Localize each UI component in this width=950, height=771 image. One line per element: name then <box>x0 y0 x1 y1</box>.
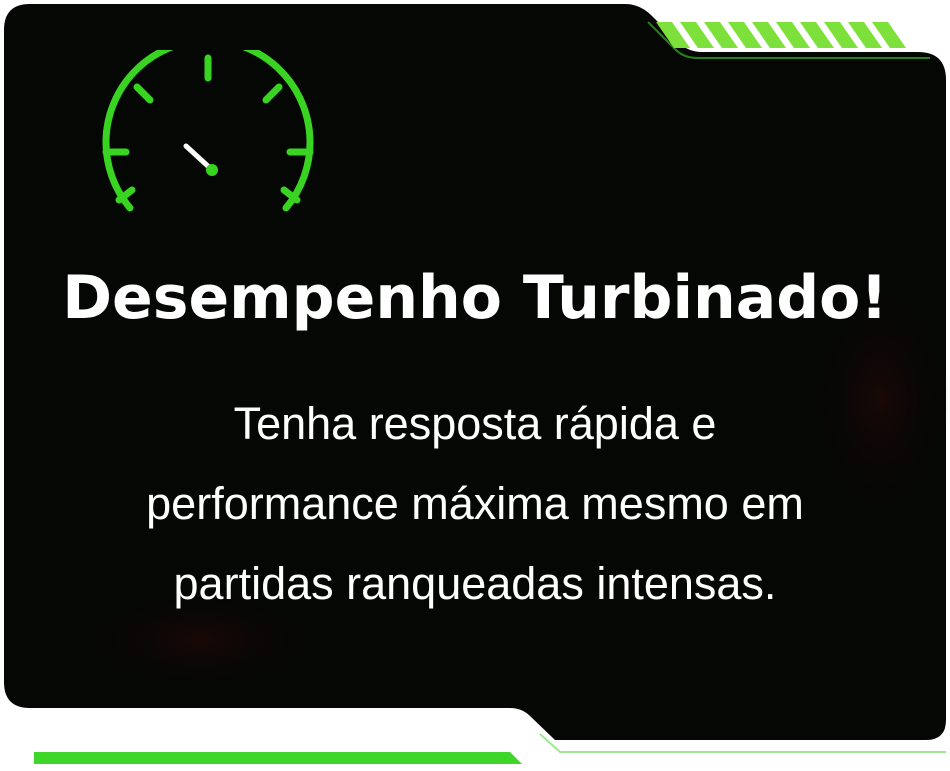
feature-card: Desempenho Turbinado! Tenha resposta ráp… <box>0 0 950 771</box>
description-line: performance máxima mesmo em <box>146 478 804 529</box>
stripe-pattern <box>656 22 906 48</box>
speedometer-icon <box>102 50 314 212</box>
card-description: Tenha resposta rápida e performance máxi… <box>40 384 910 624</box>
card-title: Desempenho Turbinado! <box>62 263 888 333</box>
description-line: partidas ranqueadas intensas. <box>173 558 777 609</box>
bottom-accent-bar <box>34 752 522 764</box>
description-line: Tenha resposta rápida e <box>233 398 717 449</box>
